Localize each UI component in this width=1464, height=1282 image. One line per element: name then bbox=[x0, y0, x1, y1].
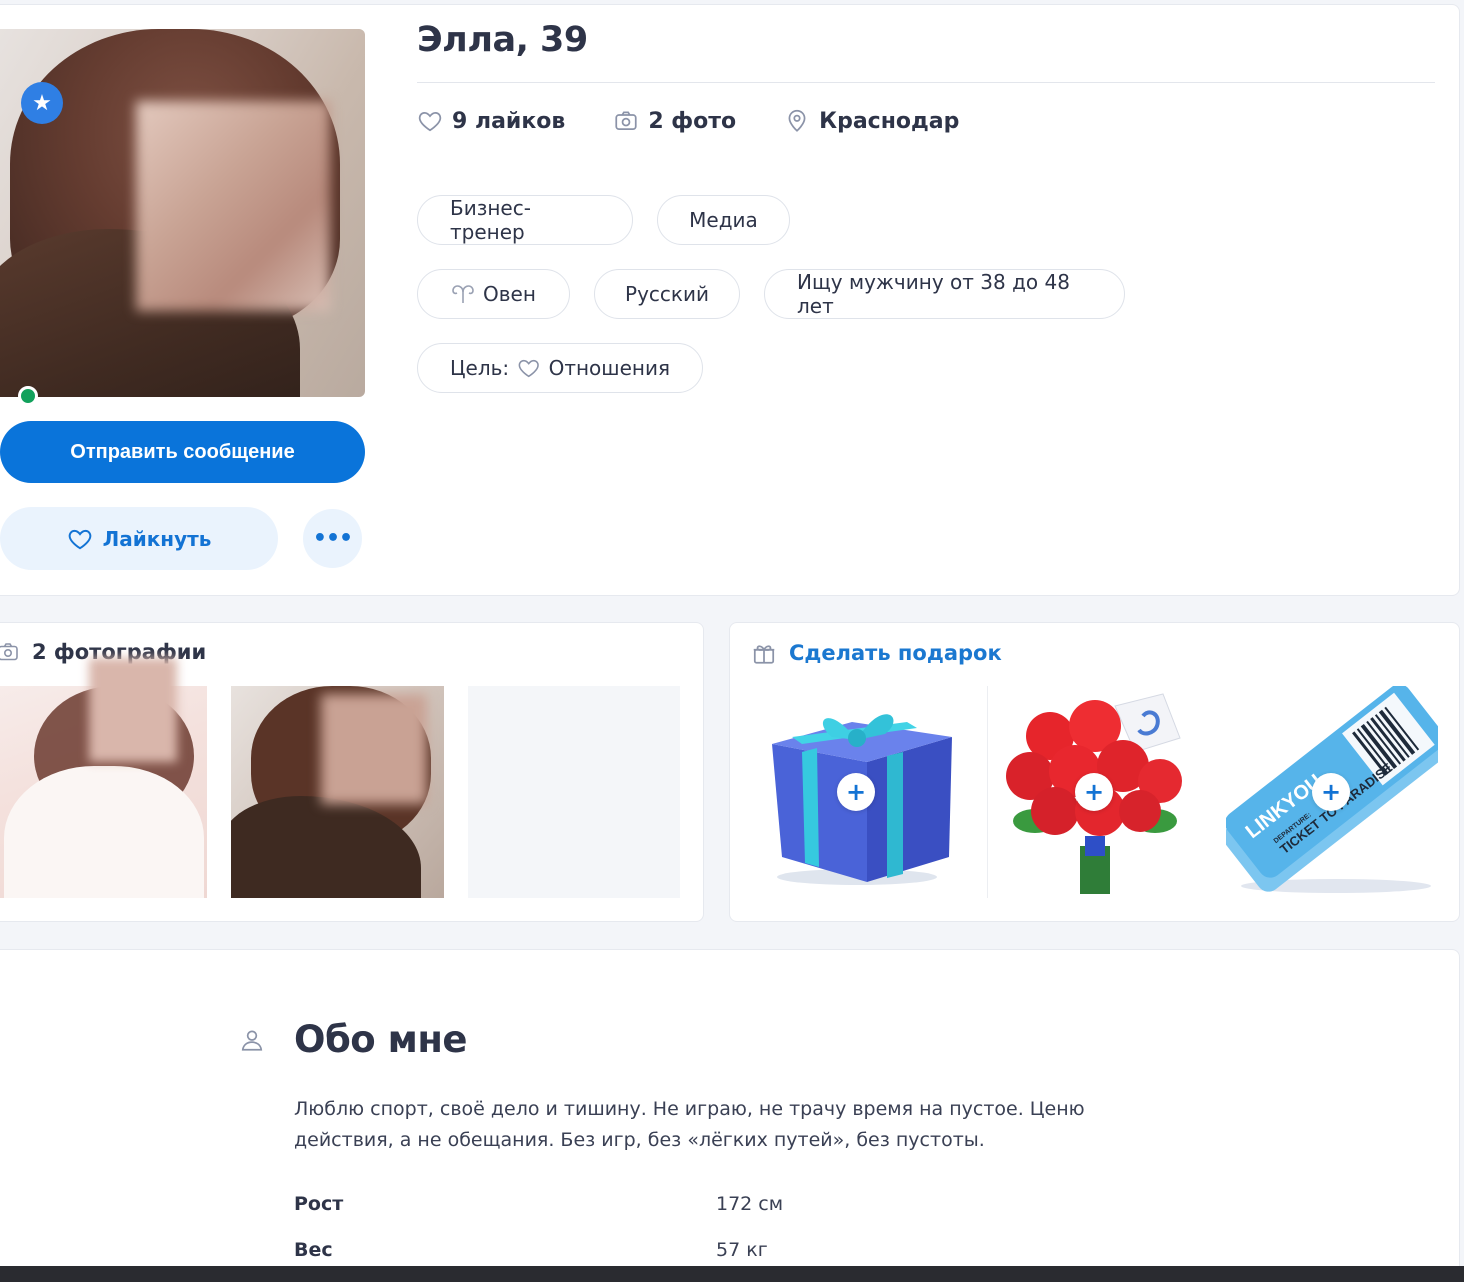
blurred-face bbox=[321, 694, 427, 804]
photos-count: 2 фото bbox=[648, 108, 737, 134]
gift-box-item[interactable]: + bbox=[750, 686, 963, 898]
profile-stats: 9 лайков 2 фото Краснодар bbox=[417, 108, 959, 134]
window-bottom-edge bbox=[0, 1266, 1464, 1282]
gifts-section-title[interactable]: Сделать подарок bbox=[751, 640, 1002, 666]
rose-bouquet-item[interactable]: + bbox=[988, 686, 1201, 898]
aries-icon bbox=[452, 285, 474, 303]
star-badge-icon: ★ bbox=[21, 82, 63, 124]
tag-profession: Бизнес-тренер bbox=[417, 195, 633, 245]
divider bbox=[417, 82, 1435, 83]
user-icon bbox=[241, 1030, 263, 1051]
heart-icon bbox=[68, 529, 91, 549]
like-button-label: Лайкнуть bbox=[102, 526, 212, 551]
online-status-indicator bbox=[18, 386, 38, 406]
goal-value: Отношения bbox=[548, 356, 670, 380]
tag-zodiac-label: Овен bbox=[483, 282, 536, 306]
photo-thumbnail-2[interactable] bbox=[231, 686, 444, 898]
like-button[interactable]: Лайкнуть bbox=[0, 507, 278, 570]
blurred-face bbox=[136, 101, 330, 311]
param-weight-value: 57 кг bbox=[716, 1239, 768, 1261]
add-gift-button[interactable]: + bbox=[1075, 773, 1113, 811]
tag-industry: Медиа bbox=[657, 195, 790, 245]
param-height-value: 172 см bbox=[716, 1193, 784, 1215]
camera-icon bbox=[0, 643, 18, 661]
send-message-button[interactable]: Отправить сообщение bbox=[0, 421, 365, 483]
param-height-label: Рост bbox=[294, 1193, 344, 1215]
heart-outline-icon bbox=[518, 359, 539, 378]
profile-name-age: Элла, 39 bbox=[417, 20, 588, 60]
city-stat: Краснодар bbox=[784, 108, 959, 134]
likes-count: 9 лайков bbox=[452, 108, 566, 134]
param-weight-label: Вес bbox=[294, 1239, 333, 1261]
add-gift-button[interactable]: + bbox=[1312, 773, 1350, 811]
heart-outline-icon bbox=[418, 112, 442, 132]
about-title: Обо мне bbox=[294, 1018, 468, 1061]
blurred-face bbox=[89, 658, 177, 762]
tag-looking-for: Ищу мужчину от 38 до 48 лет bbox=[764, 269, 1125, 319]
more-options-button[interactable]: ••• bbox=[303, 509, 362, 568]
camera-icon bbox=[615, 111, 637, 130]
photo-shirt bbox=[4, 766, 204, 898]
main-profile-photo[interactable]: ★ bbox=[0, 29, 365, 397]
location-pin-icon bbox=[788, 109, 806, 132]
tag-language: Русский bbox=[594, 269, 740, 319]
photos-stat[interactable]: 2 фото bbox=[613, 108, 736, 134]
tag-goal: Цель: Отношения bbox=[417, 343, 703, 393]
about-description: Люблю спорт, своё дело и тишину. Не игра… bbox=[294, 1098, 1085, 1151]
likes-stat: 9 лайков bbox=[417, 108, 565, 134]
add-gift-button[interactable]: + bbox=[837, 773, 875, 811]
gift-icon bbox=[753, 645, 775, 664]
goal-label: Цель: bbox=[450, 356, 510, 380]
gifts-title: Сделать подарок bbox=[789, 641, 1002, 665]
photo-placeholder bbox=[468, 686, 680, 898]
tag-zodiac: Овен bbox=[417, 269, 570, 319]
ticket-item[interactable]: LINKYOU DEPARTURE: TICKET TO PARADISE + bbox=[1225, 686, 1438, 898]
city-name: Краснодар bbox=[819, 108, 960, 134]
